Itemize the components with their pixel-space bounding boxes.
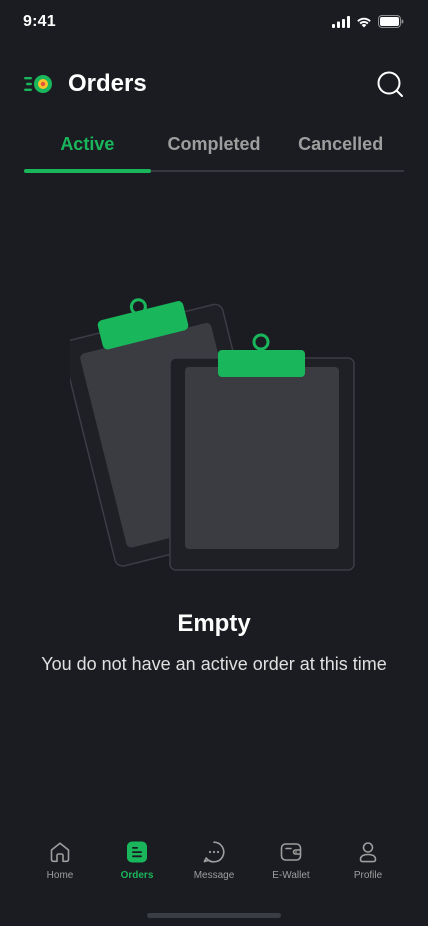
nav-label-profile: Profile: [353, 870, 383, 881]
food-delivery-logo-icon: [24, 75, 52, 93]
order-tabs: Active Completed Cancelled: [24, 128, 404, 174]
home-icon: [50, 842, 70, 863]
nav-label-orders: Orders: [120, 870, 154, 881]
cellular-signal-icon: [332, 15, 350, 28]
tab-completed[interactable]: Completed: [151, 128, 278, 174]
battery-icon: [378, 15, 404, 28]
orders-icon: [127, 841, 147, 863]
wifi-icon: [357, 17, 371, 27]
nav-label-home: Home: [46, 870, 74, 881]
nav-item-orders[interactable]: Orders: [99, 840, 175, 896]
nav-item-home[interactable]: Home: [22, 840, 98, 896]
app-header: Orders: [0, 64, 428, 108]
empty-state-title: Empty: [177, 610, 251, 637]
wallet-icon: [280, 843, 302, 861]
search-icon[interactable]: [376, 70, 404, 98]
tab-cancelled[interactable]: Cancelled: [277, 128, 404, 174]
profile-icon: [359, 842, 377, 863]
bottom-navigation: Home Orders Message E-Wallet Profile: [22, 840, 406, 896]
clipboards-illustration: [70, 298, 355, 571]
orders-screen: 9:41 Orders Active Completed Cancelled E…: [0, 0, 428, 926]
nav-item-profile[interactable]: Profile: [330, 840, 406, 896]
nav-item-e-wallet[interactable]: E-Wallet: [253, 840, 329, 896]
tab-active[interactable]: Active: [24, 128, 151, 174]
status-bar: 9:41: [0, 0, 428, 44]
page-title: Orders: [68, 70, 147, 97]
message-icon: [203, 841, 225, 863]
home-indicator[interactable]: [147, 913, 281, 918]
nav-item-message[interactable]: Message: [176, 840, 252, 896]
nav-label-e-wallet: E-Wallet: [272, 870, 310, 881]
empty-state-description: You do not have an active order at this …: [41, 654, 387, 674]
status-icons: [332, 15, 404, 28]
nav-label-message: Message: [193, 870, 235, 881]
status-time: 9:41: [23, 13, 56, 30]
